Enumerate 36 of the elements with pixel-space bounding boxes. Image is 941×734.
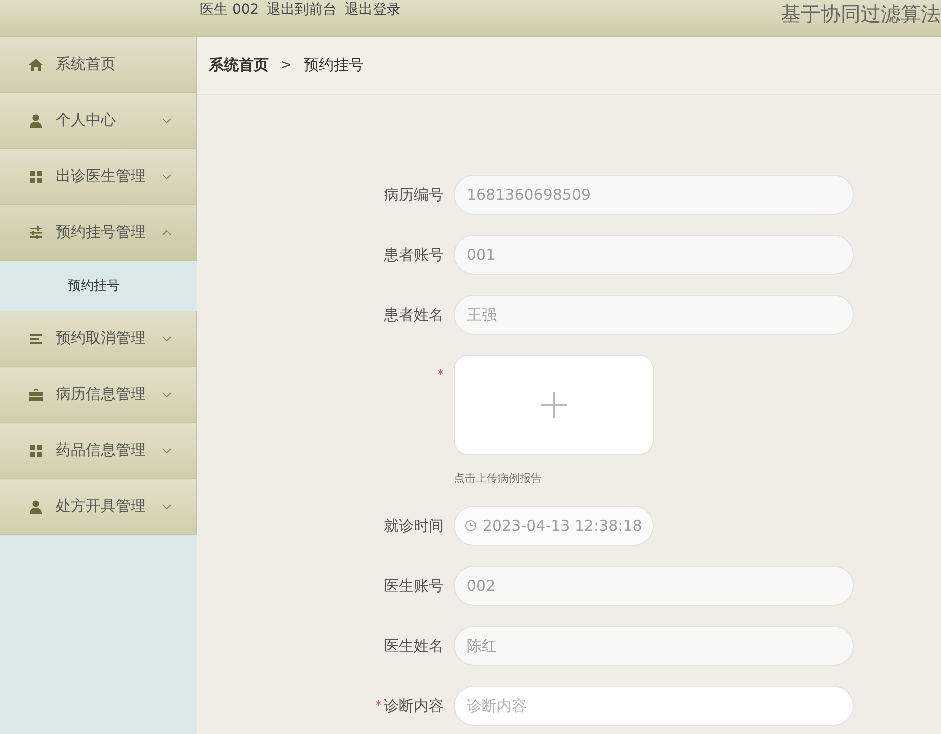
- sidebar-item[interactable]: 药品信息管理: [0, 423, 197, 479]
- breadcrumb-separator: >: [281, 58, 292, 73]
- upload-hint: 点击上传病例报告: [454, 471, 543, 486]
- site-title: 基于协同过滤算法: [781, 1, 941, 27]
- sidebar-item[interactable]: 系统首页: [0, 37, 197, 93]
- home-icon: [28, 56, 44, 72]
- grid-icon: [28, 442, 44, 458]
- sidebar-item[interactable]: 个人中心: [0, 93, 197, 149]
- clock-icon: [465, 520, 477, 532]
- header-link[interactable]: 退出登录: [345, 0, 402, 19]
- breadcrumb-item: 预约挂号: [304, 56, 364, 75]
- input-field[interactable]: 诊断内容: [454, 686, 854, 726]
- user-name: 医生 002: [200, 1, 260, 19]
- field-label: 医生账号: [384, 576, 444, 596]
- required-mark: *: [438, 368, 444, 382]
- field-label: 就诊时间: [384, 516, 444, 536]
- plus-icon: [540, 391, 568, 419]
- required-mark: *: [376, 698, 382, 714]
- field-label: 医生姓名: [384, 636, 444, 656]
- upload-area[interactable]: [454, 355, 654, 455]
- sidebar-item[interactable]: 预约取消管理: [0, 311, 197, 367]
- sliders-icon: [28, 224, 44, 240]
- field-label: 患者账号: [384, 246, 444, 264]
- user-icon: [28, 498, 44, 514]
- sidebar-item[interactable]: 预约挂号管理: [0, 205, 197, 261]
- sidebar-item[interactable]: 病历信息管理: [0, 367, 197, 423]
- briefcase-icon: [28, 386, 44, 402]
- sidebar-item[interactable]: 处方开具管理: [0, 479, 197, 535]
- field-label: 病历编号: [384, 186, 444, 204]
- field-label: 诊断内容: [384, 696, 444, 716]
- user-icon: [28, 112, 44, 128]
- grid-icon: [28, 168, 44, 184]
- sidebar-item[interactable]: 出诊医生管理: [0, 149, 197, 205]
- header-link[interactable]: 退出到前台: [267, 0, 338, 19]
- breadcrumb-item[interactable]: 系统首页: [209, 56, 269, 75]
- field-label: 患者姓名: [384, 306, 444, 324]
